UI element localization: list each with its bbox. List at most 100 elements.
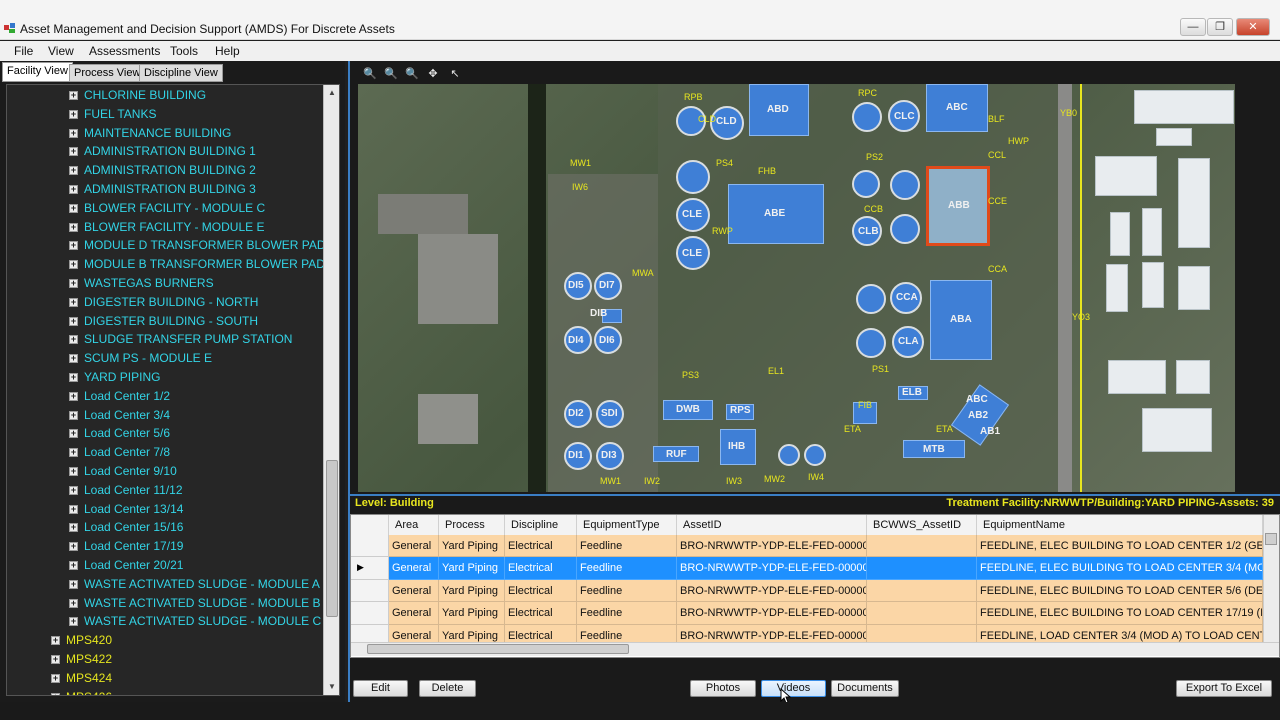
expand-icon[interactable]: +	[69, 185, 78, 194]
expand-icon[interactable]: +	[69, 579, 78, 589]
tree-node-child[interactable]: + MODULE B TRANSFORMER BLOWER PAD	[7, 256, 325, 275]
column-header[interactable]: Process	[439, 515, 505, 535]
column-header[interactable]: AssetID	[677, 515, 867, 535]
expand-icon[interactable]: +	[69, 166, 78, 176]
tank-f[interactable]	[890, 214, 920, 244]
row-header[interactable]	[351, 579, 389, 603]
tank-c[interactable]	[676, 160, 710, 194]
table-cell[interactable]: General	[389, 557, 439, 580]
table-cell[interactable]	[867, 535, 977, 558]
table-cell[interactable]: General	[389, 579, 439, 603]
expand-icon[interactable]: +	[69, 297, 78, 307]
expand-icon[interactable]: +	[69, 542, 78, 552]
expand-icon[interactable]: +	[69, 147, 78, 157]
table-cell[interactable]: Yard Piping	[439, 535, 505, 558]
tree-node-parent[interactable]: + MPS420	[7, 632, 325, 651]
expand-icon[interactable]: +	[69, 617, 78, 627]
tree-node-child[interactable]: + Load Center 17/19	[7, 538, 325, 557]
export-to-excel-button[interactable]: Export To Excel	[1176, 680, 1272, 697]
tree-node-child[interactable]: + SCUM PS - MODULE E	[7, 350, 325, 369]
tree-node-child[interactable]: + YARD PIPING	[7, 369, 325, 388]
tree-node-child[interactable]: + ADMINISTRATION BUILDING 1	[7, 143, 325, 162]
expand-icon[interactable]: +	[51, 673, 60, 683]
tank-h[interactable]	[856, 328, 886, 358]
table-row[interactable]: General Yard Piping Electrical Feedline BRO-…	[351, 535, 1263, 558]
expand-icon[interactable]: +	[51, 636, 60, 646]
tree-node-child[interactable]: + DIGESTER BUILDING - SOUTH	[7, 313, 325, 332]
tank-d[interactable]	[852, 170, 880, 198]
column-header[interactable]: EquipmentType	[577, 515, 677, 535]
table-cell[interactable]: Yard Piping	[439, 579, 505, 603]
table-cell[interactable]	[867, 557, 977, 580]
tank-g[interactable]	[856, 284, 886, 314]
edit-button[interactable]: Edit	[353, 680, 408, 697]
expand-icon[interactable]: +	[69, 467, 78, 476]
menu-assessments[interactable]: Assessments	[89, 44, 160, 58]
table-cell[interactable]: General	[389, 602, 439, 625]
expand-icon[interactable]: +	[69, 203, 78, 213]
tank-e[interactable]	[890, 170, 920, 200]
tree-node-child[interactable]: + MAINTENANCE BUILDING	[7, 125, 325, 144]
expand-icon[interactable]: +	[69, 373, 78, 382]
expand-icon[interactable]: +	[69, 561, 78, 570]
expand-icon[interactable]: +	[69, 109, 78, 119]
menu-help[interactable]: Help	[215, 44, 240, 58]
table-cell[interactable]: Feedline	[577, 602, 677, 625]
scroll-up-icon[interactable]: ▲	[324, 85, 340, 101]
menu-tools[interactable]: Tools	[170, 44, 198, 58]
expand-icon[interactable]: +	[69, 354, 78, 364]
tree-node-parent[interactable]: + MPS426	[7, 689, 325, 695]
table-cell[interactable]	[867, 579, 977, 603]
expand-icon[interactable]: +	[51, 655, 60, 664]
table-cell[interactable]: Electrical	[505, 602, 577, 625]
tree-node-child[interactable]: + ADMINISTRATION BUILDING 2	[7, 162, 325, 181]
tree-node-child[interactable]: + DIGESTER BUILDING - NORTH	[7, 294, 325, 313]
pan-icon[interactable]: ✥	[426, 67, 440, 81]
tree-node-child[interactable]: + Load Center 11/12	[7, 482, 325, 501]
minimize-button[interactable]: —	[1180, 18, 1206, 36]
tree-scrollbar[interactable]: ▲ ▼	[323, 85, 339, 695]
zoom-extent-icon[interactable]: 🔍	[405, 67, 419, 81]
tree-node-child[interactable]: + Load Center 13/14	[7, 501, 325, 520]
table-cell[interactable]: FEEDLINE, ELEC BUILDING TO LOAD CENTER 5…	[977, 579, 1263, 603]
expand-icon[interactable]: +	[69, 504, 78, 514]
tree-node-child[interactable]: + WASTE ACTIVATED SLUDGE - MODULE B	[7, 595, 325, 614]
tree-node-child[interactable]: + SLUDGE TRANSFER PUMP STATION	[7, 331, 325, 350]
table-row[interactable]: ▶ General Yard Piping Electrical Feedline BRO…	[351, 557, 1263, 580]
photos-button[interactable]: Photos	[690, 680, 756, 697]
row-header[interactable]	[351, 535, 389, 558]
table-cell[interactable]: Electrical	[505, 535, 577, 558]
expand-icon[interactable]: +	[69, 523, 78, 533]
close-button[interactable]: ✕	[1236, 18, 1270, 36]
column-header[interactable]: EquipmentName	[977, 515, 1263, 535]
identify-icon[interactable]: ↖	[448, 67, 462, 81]
zoom-in-icon[interactable]: 🔍	[363, 67, 377, 81]
expand-icon[interactable]: +	[69, 485, 78, 495]
row-header[interactable]	[351, 602, 389, 625]
tree-node-child[interactable]: + WASTEGAS BURNERS	[7, 275, 325, 294]
grid-vertical-scrollbar[interactable]	[1263, 515, 1279, 643]
table-cell[interactable]: FEEDLINE, ELEC BUILDING TO LOAD CENTER 1…	[977, 602, 1263, 625]
tab-process-view[interactable]: Process View	[69, 64, 146, 82]
table-row[interactable]: General Yard Piping Electrical Feedline BRO-…	[351, 602, 1263, 625]
table-cell[interactable]: BRO-NRWWTP-YDP-ELE-FED-0000004	[677, 602, 867, 625]
table-cell[interactable]	[867, 602, 977, 625]
column-header[interactable]: Area	[389, 515, 439, 535]
site-map[interactable]: ABD ABC ABE ABB ABA CLC CLD CLE CLE CLB …	[358, 84, 1235, 492]
column-header[interactable]: BCWWS_AssetID	[867, 515, 977, 535]
tree-node-child[interactable]: + FUEL TANKS	[7, 106, 325, 125]
tree-node-parent[interactable]: + MPS422	[7, 651, 325, 670]
table-cell[interactable]: FEEDLINE, ELEC BUILDING TO LOAD CENTER 1…	[977, 535, 1263, 558]
expand-icon[interactable]: +	[69, 410, 78, 420]
documents-button[interactable]: Documents	[831, 680, 899, 697]
tree-node-child[interactable]: + Load Center 3/4	[7, 407, 325, 426]
expand-icon[interactable]: +	[69, 448, 78, 458]
tree-node-child[interactable]: + BLOWER FACILITY - MODULE E	[7, 219, 325, 238]
tree-node-child[interactable]: + Load Center 9/10	[7, 463, 325, 482]
table-cell[interactable]: Feedline	[577, 535, 677, 558]
grid-hscroll-thumb[interactable]	[367, 644, 629, 654]
tree-node-child[interactable]: + Load Center 1/2	[7, 388, 325, 407]
tree-node-child[interactable]: + BLOWER FACILITY - MODULE C	[7, 200, 325, 219]
grid-vscroll-thumb[interactable]	[1265, 533, 1277, 545]
expand-icon[interactable]: +	[69, 429, 78, 439]
